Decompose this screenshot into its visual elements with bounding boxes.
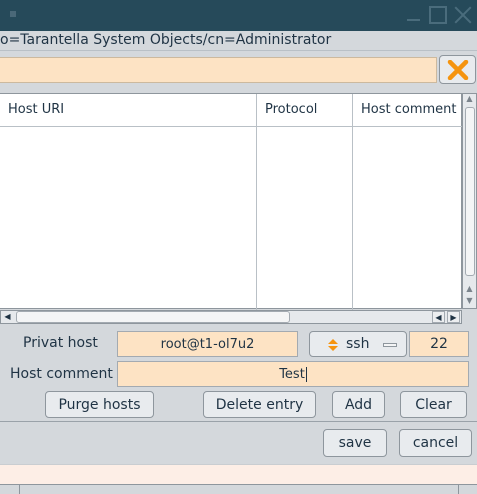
scroll-down-icon[interactable]: ▼ (463, 296, 476, 306)
close-window-icon[interactable] (454, 6, 472, 24)
column-divider (352, 127, 353, 310)
frame-divider (458, 484, 459, 494)
host-comment-field[interactable]: Test (117, 361, 469, 387)
column-header-host-uri[interactable]: Host URI (0, 94, 256, 127)
close-x-icon (447, 60, 469, 80)
text-cursor (305, 366, 307, 382)
host-comment-value: Test (279, 366, 305, 382)
dropdown-indicator-icon (383, 343, 397, 347)
frame-divider (19, 484, 20, 494)
horizontal-scroll-thumb[interactable] (16, 311, 290, 323)
save-button[interactable]: save (323, 429, 387, 457)
host-comment-label: Host comment (10, 366, 113, 382)
vertical-scroll-thumb[interactable] (465, 107, 475, 276)
divider (0, 421, 477, 422)
delete-entry-button[interactable]: Delete entry (203, 391, 316, 418)
add-button[interactable]: Add (332, 391, 385, 418)
column-divider (256, 127, 257, 310)
scroll-up-icon[interactable]: ▲ (463, 284, 476, 294)
privat-host-label: Privat host (23, 335, 98, 351)
sort-updown-icon (328, 339, 338, 351)
scroll-left-icon[interactable]: ◀ (1, 311, 14, 323)
filter-input[interactable] (0, 57, 437, 83)
cancel-button[interactable]: cancel (399, 429, 472, 457)
status-bar (0, 464, 477, 484)
object-path-label: o=Tarantella System Objects/cn=Administr… (0, 32, 332, 48)
maximize-icon[interactable] (429, 6, 447, 24)
column-header-protocol[interactable]: Protocol (256, 94, 352, 127)
purge-hosts-button[interactable]: Purge hosts (45, 391, 154, 418)
scroll-up-icon[interactable]: ▲ (463, 94, 476, 104)
privat-host-field[interactable]: root@t1-ol7u2 (117, 331, 298, 357)
scroll-right-icon[interactable]: ▶ (447, 311, 460, 323)
port-field[interactable]: 22 (409, 331, 469, 357)
clear-filter-button[interactable] (439, 55, 476, 84)
protocol-value: ssh (346, 336, 370, 352)
bottom-frame (0, 484, 477, 494)
clear-button[interactable]: Clear (400, 391, 467, 418)
window-menu-icon[interactable] (10, 11, 16, 17)
hosts-table[interactable]: Host URI Protocol Host comment (0, 93, 462, 310)
scroll-left-icon[interactable]: ◀ (432, 311, 445, 323)
minimize-icon[interactable] (404, 6, 422, 24)
column-header-host-comment[interactable]: Host comment (352, 94, 462, 127)
protocol-select[interactable]: ssh (309, 331, 407, 357)
